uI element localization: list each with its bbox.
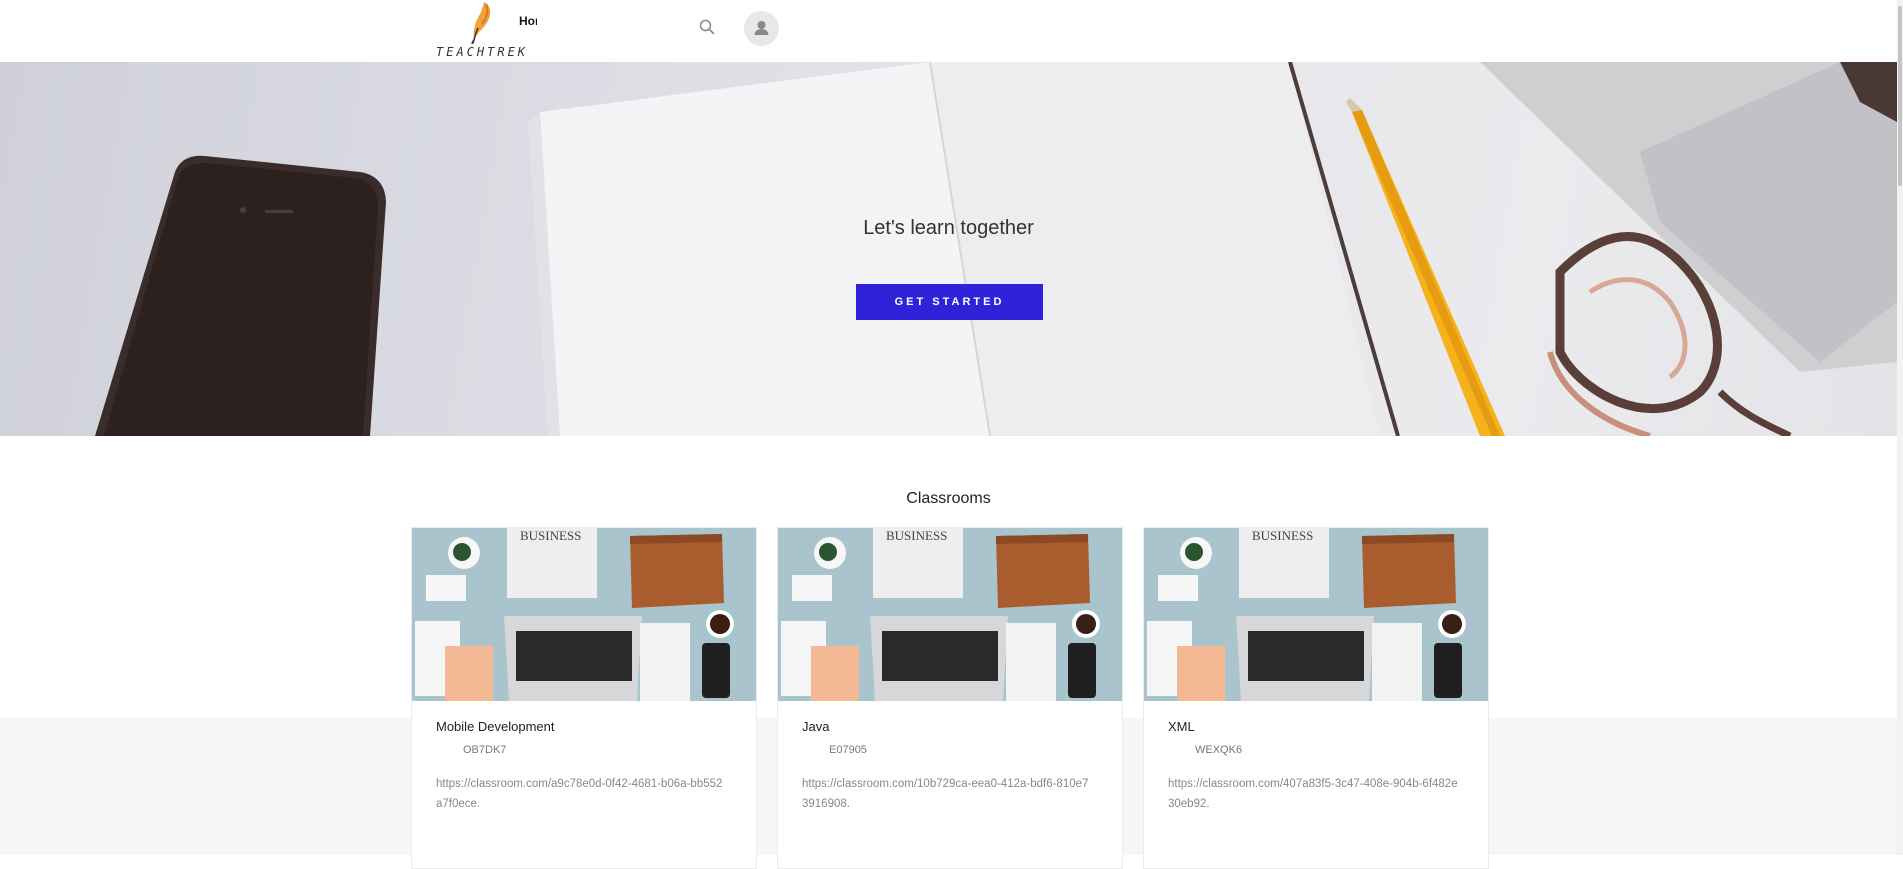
- classroom-cover-image: BUSINESS: [412, 528, 756, 701]
- page-scrollbar[interactable]: [1897, 0, 1903, 855]
- classroom-code: WEXQK6: [1195, 744, 1243, 756]
- classroom-card[interactable]: BUSINESS Java E07905 https://classroom.c…: [777, 527, 1123, 869]
- classroom-name: Java: [802, 719, 830, 734]
- classroom-cover-image: BUSINESS: [1144, 528, 1488, 701]
- classroom-cover-image: BUSINESS: [778, 528, 1122, 701]
- scrollbar-thumb[interactable]: [1898, 6, 1902, 186]
- svg-text:BUSINESS: BUSINESS: [1252, 528, 1313, 543]
- nav-home-link[interactable]: Home: [519, 14, 537, 28]
- logo[interactable]: TEACHTREK: [436, 0, 525, 62]
- classroom-name: XML: [1168, 719, 1195, 734]
- hero-banner: Let's learn together GET STARTED: [0, 62, 1897, 436]
- classroom-name: Mobile Development: [436, 719, 555, 734]
- top-navbar: TEACHTREK Home: [0, 0, 1903, 63]
- svg-text:BUSINESS: BUSINESS: [520, 528, 581, 543]
- hero-title: Let's learn together: [863, 217, 1034, 239]
- classroom-code: E07905: [829, 744, 867, 756]
- classroom-link[interactable]: https://classroom.com/407a83f5-3c47-408e…: [1168, 774, 1458, 814]
- logo-text: TEACHTREK: [436, 45, 529, 59]
- get-started-button[interactable]: GET STARTED: [856, 284, 1043, 320]
- logo-feather-icon: [471, 2, 491, 44]
- hero-desk-image: [95, 62, 1897, 436]
- classroom-link[interactable]: https://classroom.com/a9c78e0d-0f42-4681…: [436, 774, 726, 814]
- classroom-link[interactable]: https://classroom.com/10b729ca-eea0-412a…: [802, 774, 1092, 814]
- search-icon[interactable]: [698, 18, 716, 36]
- classrooms-title: Classrooms: [906, 490, 991, 507]
- user-icon: [754, 21, 769, 35]
- classroom-code: OB7DK7: [463, 744, 507, 756]
- user-avatar-button[interactable]: [744, 11, 779, 46]
- classroom-card[interactable]: BUSINESS Mobile Development OB7DK7 https…: [411, 527, 757, 869]
- classroom-card[interactable]: BUSINESS XML WEXQK6 https://classroom.co…: [1143, 527, 1489, 869]
- svg-text:BUSINESS: BUSINESS: [886, 528, 947, 543]
